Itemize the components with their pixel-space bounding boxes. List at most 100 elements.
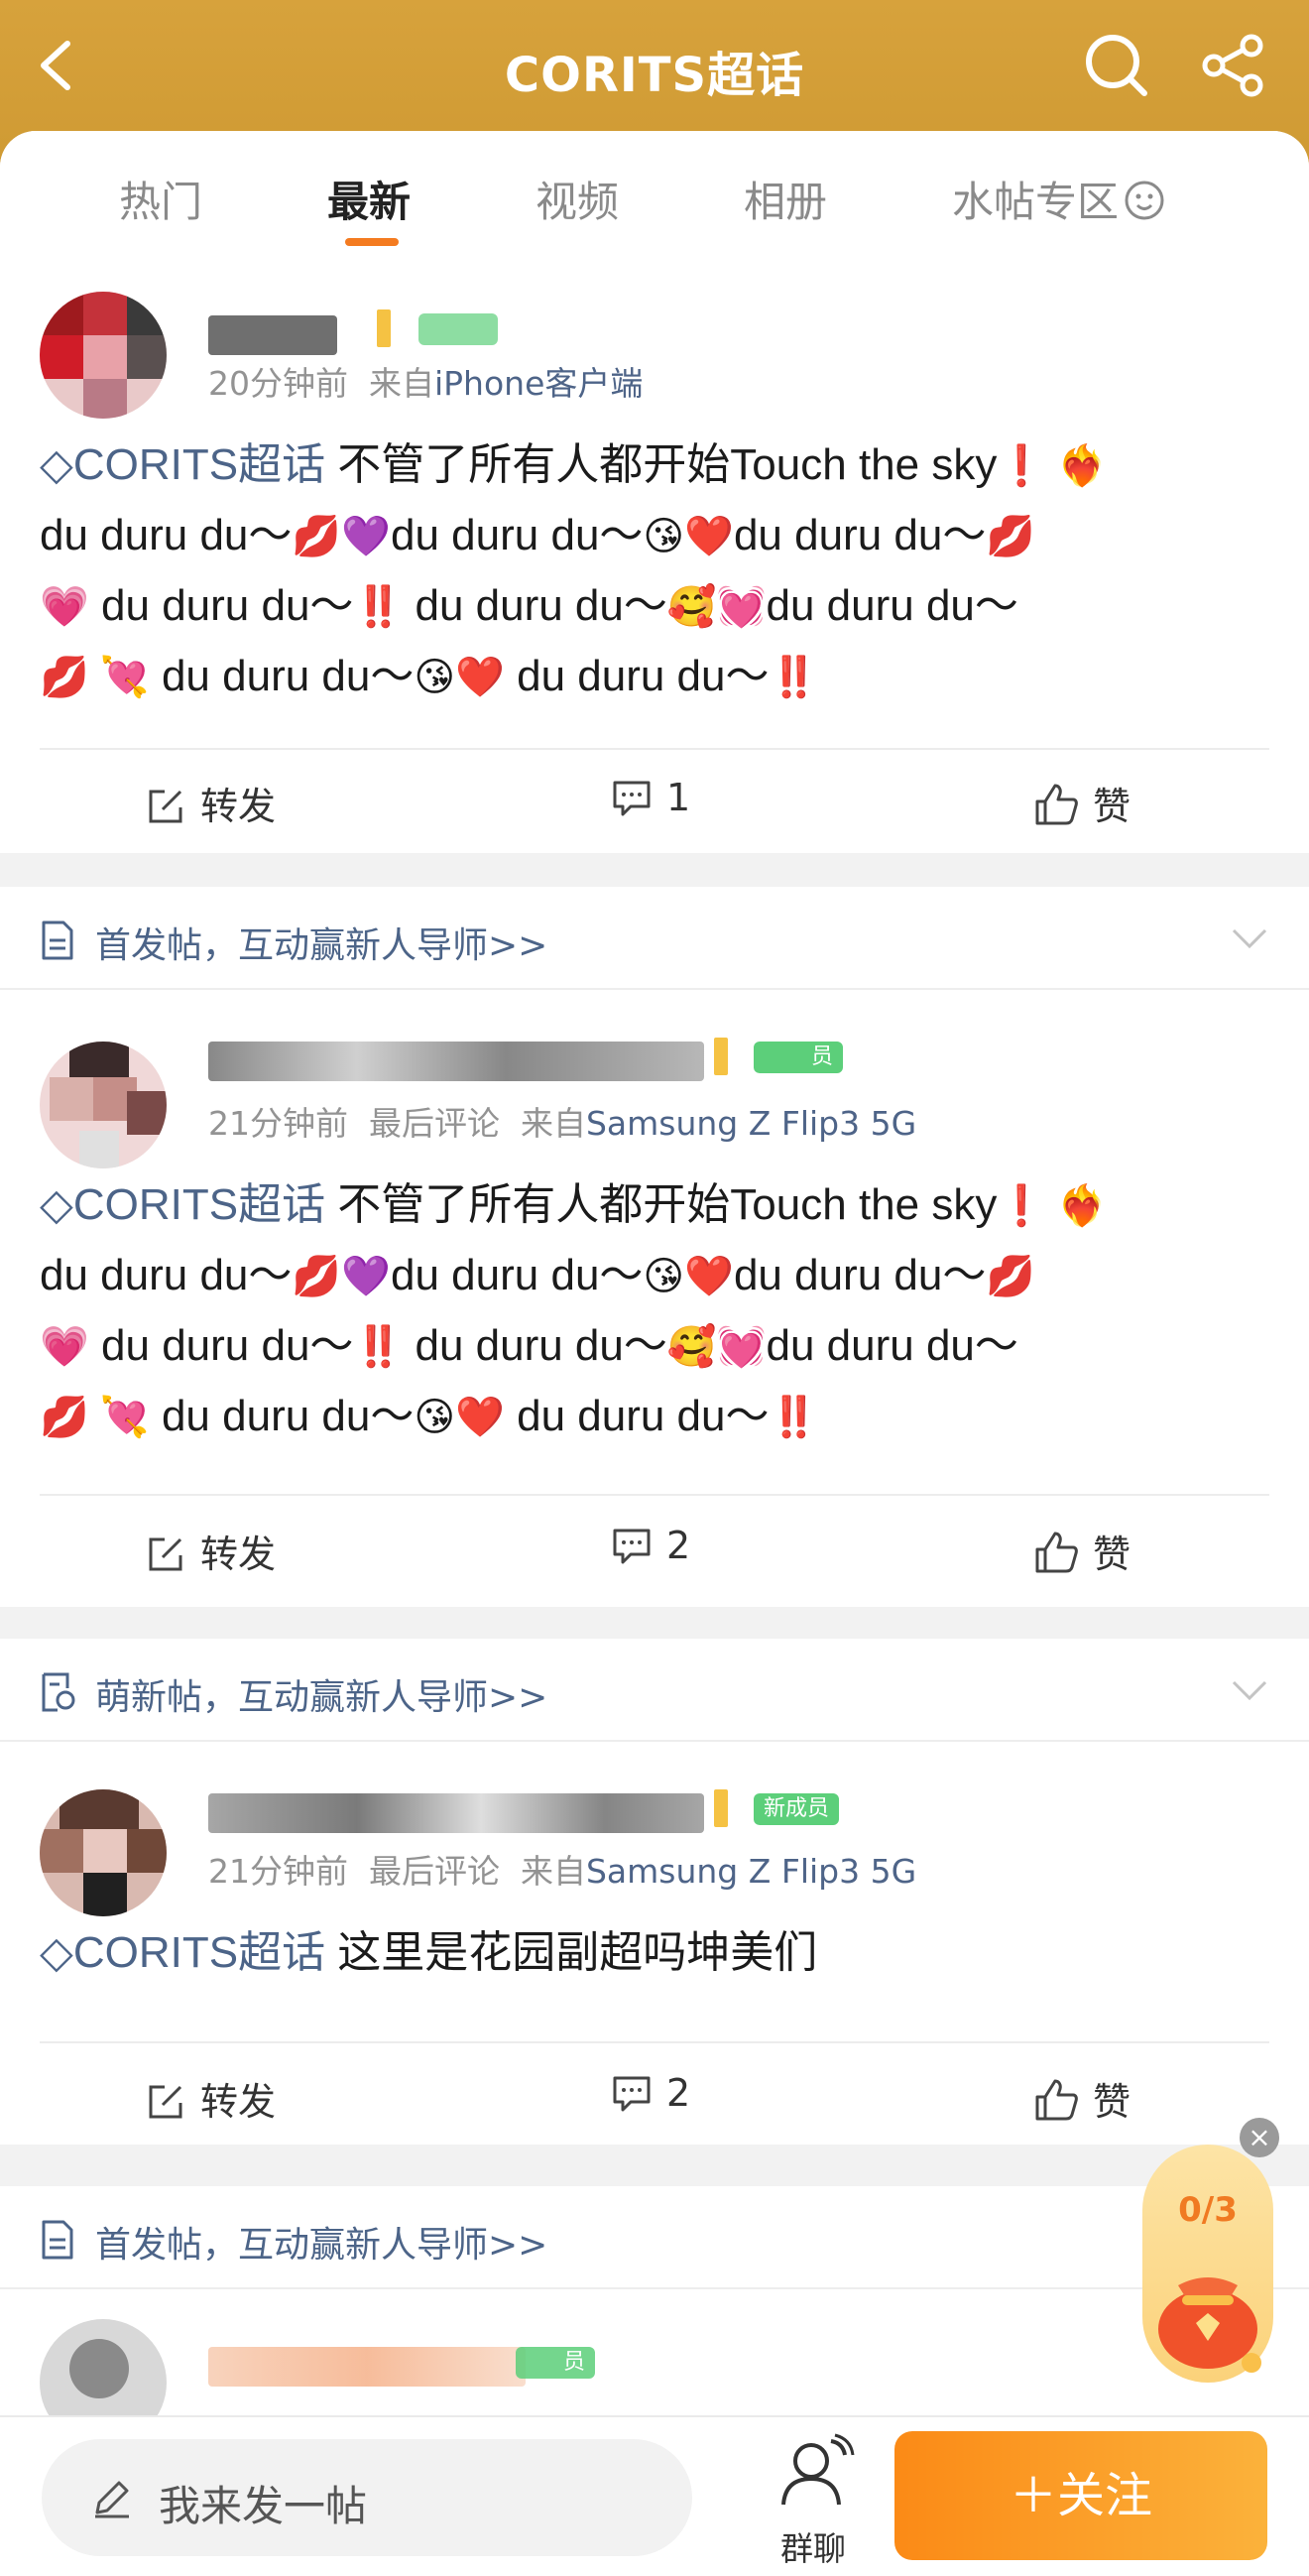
bottom-bar: 我来发一帖 群聊 ＋关注	[0, 2415, 1309, 2576]
section-banner-label: 首发帖，互动赢新人导师>>	[95, 925, 548, 966]
post-text-line: du duru du～	[391, 511, 644, 559]
like-button[interactable]: 赞	[1033, 776, 1130, 830]
search-icon[interactable]	[1081, 30, 1152, 101]
tab-hot[interactable]: 热门	[119, 169, 202, 229]
comment-button[interactable]: 1	[611, 776, 690, 819]
repost-icon	[149, 2085, 182, 2119]
group-chat-icon	[781, 2433, 855, 2506]
kiss-lips-emoji: 💋 💘	[40, 1396, 150, 1439]
kiss-lips-emoji: 💋 💘	[40, 656, 150, 699]
repost-label: 转发	[200, 1533, 277, 1576]
avatar[interactable]	[40, 292, 167, 419]
topic-tag[interactable]: ◇CORITS超话	[40, 1180, 325, 1229]
like-label: 赞	[1093, 2080, 1131, 2124]
username-blurred[interactable]	[208, 1793, 704, 1833]
red-packet-widget[interactable]: 0/3	[1142, 2145, 1273, 2383]
post-meta: 21分钟前 最后评论 来自Samsung Z Flip3 5G	[208, 1097, 916, 1145]
chevron-down-icon[interactable]	[1230, 919, 1269, 958]
comment-button[interactable]: 2	[611, 2071, 690, 2115]
post-card: 20分钟前 来自iPhone客户端 ◇CORITS超话 不管了所有人都开始Tou…	[0, 258, 1309, 853]
post-source: Samsung Z Flip3 5G	[585, 1104, 917, 1143]
like-label: 赞	[1093, 1533, 1131, 1576]
post-time: 20分钟前	[208, 364, 348, 403]
comment-icon	[613, 1529, 651, 1564]
comment-button[interactable]: 2	[611, 1524, 690, 1567]
double-exclamation-emoji: ‼️	[353, 1325, 404, 1369]
smiling-hearts-emoji: 🥰💓	[666, 585, 767, 629]
post-text-line: du duru du～	[504, 1392, 770, 1440]
post-text-line: du duru du～	[40, 1251, 293, 1299]
kiss-face-emoji: 😘❤️	[643, 1255, 734, 1298]
new-post-document-icon	[42, 1672, 75, 1712]
document-icon	[42, 920, 73, 960]
comment-icon	[613, 2076, 651, 2112]
double-exclamation-emoji: ‼️	[353, 585, 404, 629]
username-blurred[interactable]	[208, 315, 337, 355]
kiss-face-emoji: 😘❤️	[414, 656, 505, 699]
exclamation-emoji: ❗ ❤️‍🔥	[997, 1184, 1108, 1228]
repost-label: 转发	[200, 785, 277, 828]
comment-count: 2	[666, 2071, 691, 2115]
avatar[interactable]	[40, 1042, 167, 1168]
tab-video[interactable]: 视频	[536, 169, 619, 229]
group-chat-button[interactable]: 群聊	[764, 2431, 863, 2570]
repost-button[interactable]: 转发	[145, 776, 276, 830]
repost-label: 转发	[200, 2080, 277, 2124]
repost-button[interactable]: 转发	[145, 2071, 276, 2126]
post-text-line: 不管了所有人都开始Touch the sky	[325, 1180, 998, 1229]
post-text-line: du duru du～	[88, 581, 354, 630]
post-text-line: du duru du～	[733, 1251, 987, 1299]
section-banner[interactable]: 首发帖，互动赢新人导师>>	[0, 887, 1309, 990]
kiss-lips-emoji: 💋💜	[292, 1255, 392, 1298]
red-packet-progress: 0/3	[1178, 2190, 1238, 2230]
post-text-line: du duru du～	[766, 1321, 1018, 1370]
pencil-icon	[95, 2481, 129, 2518]
post-source: Samsung Z Flip3 5G	[585, 1852, 917, 1891]
follow-button[interactable]: ＋关注	[894, 2431, 1267, 2560]
kiss-lips-emoji: 💋	[986, 515, 1036, 558]
compose-post-button[interactable]: 我来发一帖	[42, 2439, 692, 2556]
topic-tag[interactable]: ◇CORITS超话	[40, 1928, 325, 1977]
post-card: 首发帖，互动赢新人导师>> 员 21分钟前 最后评论 来自Samsung Z F…	[0, 887, 1309, 1607]
member-badge: 员	[754, 1042, 843, 1073]
post-text: ◇CORITS超话 不管了所有人都开始Touch the sky❗ ❤️‍🔥 d…	[40, 1170, 1269, 1452]
tab-bar: 热门 最新 视频 相册 水帖专区	[0, 131, 1309, 258]
last-comment-label: 最后评论	[368, 1852, 500, 1891]
divider	[40, 1494, 1269, 1496]
topic-tag-label: CORITS超话	[72, 440, 326, 489]
section-banner[interactable]: 萌新帖，互动赢新人导师>>	[0, 1639, 1309, 1742]
post-time: 21分钟前	[208, 1852, 348, 1891]
like-button[interactable]: 赞	[1033, 1524, 1130, 1578]
group-chat-label: 群聊	[780, 2529, 846, 2568]
comment-icon	[613, 781, 651, 816]
thumbs-up-icon	[1035, 1532, 1078, 1573]
tab-latest[interactable]: 最新	[327, 169, 411, 229]
username-blurred[interactable]	[208, 2347, 526, 2387]
post-text-line: 不管了所有人都开始Touch the sky	[325, 440, 998, 489]
post-text-line: du duru du～	[40, 511, 293, 559]
tab-album[interactable]: 相册	[744, 169, 827, 229]
level-badge	[377, 309, 391, 347]
post-text-line: du duru du～	[504, 652, 770, 700]
username-blurred[interactable]	[208, 1042, 704, 1081]
tab-water-posts[interactable]: 水帖专区	[952, 169, 1166, 229]
last-comment-label: 最后评论	[368, 1104, 500, 1143]
share-icon[interactable]	[1198, 30, 1269, 101]
avatar[interactable]	[40, 1789, 167, 1916]
like-label: 赞	[1093, 785, 1131, 828]
post-card: 萌新帖，互动赢新人导师>> 新成员 21分钟前 最后评论 来自Samsung Z…	[0, 1639, 1309, 2145]
comment-count: 1	[666, 776, 691, 819]
repost-button[interactable]: 转发	[145, 1524, 276, 1578]
topic-tag[interactable]: ◇CORITS超话	[40, 440, 325, 489]
like-button[interactable]: 赞	[1033, 2071, 1130, 2126]
double-exclamation-emoji: ‼️	[769, 1396, 819, 1439]
member-badge	[418, 313, 498, 345]
repost-icon	[149, 1537, 182, 1571]
section-banner[interactable]: 首发帖，互动赢新人导师>>	[0, 2186, 1309, 2289]
chevron-down-icon[interactable]	[1230, 1670, 1269, 1710]
comment-count: 2	[666, 1524, 691, 1567]
document-icon	[42, 2220, 73, 2260]
close-icon[interactable]: ×	[1240, 2118, 1279, 2157]
from-label: 来自	[368, 364, 434, 403]
topic-tag-label: CORITS超话	[72, 1180, 326, 1229]
